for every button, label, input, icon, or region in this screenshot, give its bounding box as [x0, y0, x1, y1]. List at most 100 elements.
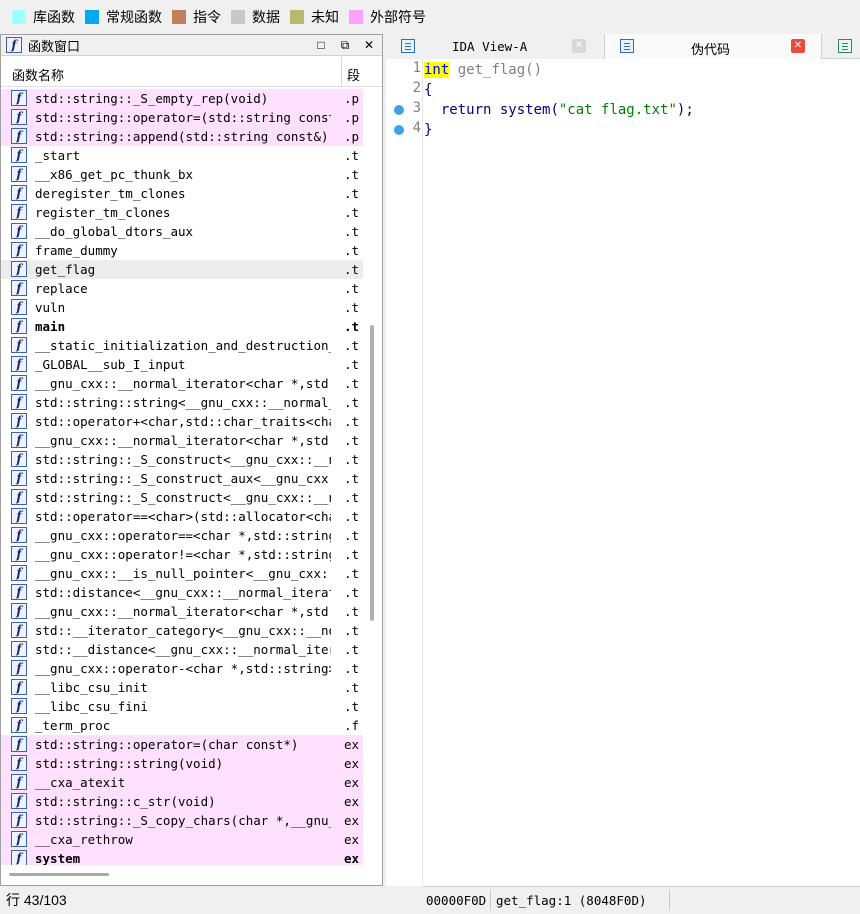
tab-pseudocode-close-icon[interactable]: ✕	[791, 39, 805, 53]
function-row[interactable]: f std::string::operator=(std::string cons…	[1, 108, 363, 127]
function-row[interactable]: f std::string::_S_empty_rep(void) .p	[1, 89, 363, 108]
legend-label: 外部符号	[370, 9, 426, 25]
functions-list: f std::string::_S_empty_rep(void) .p f std::…	[1, 89, 363, 865]
horizontal-scrollbar-thumb[interactable]	[9, 873, 109, 876]
keyword-return: return	[440, 102, 492, 118]
function-row[interactable]: f __gnu_cxx::operator==<char *,std::strin…	[1, 526, 363, 545]
function-row[interactable]: f std::__iterator_category<__gnu_cxx::__n…	[1, 621, 363, 640]
function-row[interactable]: f std::operator==<char>(std::allocator<ch…	[1, 507, 363, 526]
function-row[interactable]: f std::string::operator=(char const*) ex	[1, 735, 363, 754]
function-row[interactable]: f __gnu_cxx::__normal_iterator<char *,std…	[1, 431, 363, 450]
function-segment: .t	[344, 604, 360, 619]
breakpoint-dot-icon[interactable]	[394, 105, 404, 115]
function-row[interactable]: f __gnu_cxx::__normal_iterator<char *,std…	[1, 374, 363, 393]
function-row[interactable]: f __libc_csu_init .t	[1, 678, 363, 697]
function-row[interactable]: f std::string::_S_copy_chars(char *,__gnu…	[1, 811, 363, 830]
line-number: 3	[412, 100, 421, 116]
column-header-segment[interactable]: 段	[347, 65, 360, 84]
function-icon: f	[11, 565, 27, 581]
function-name: std::distance<__gnu_cxx::__normal_iterat…	[35, 585, 331, 600]
function-row[interactable]: f _term_proc .f	[1, 716, 363, 735]
function-row[interactable]: f __libc_csu_fini .t	[1, 697, 363, 716]
function-row[interactable]: f __x86_get_pc_thunk_bx .t	[1, 165, 363, 184]
function-icon: f	[11, 242, 27, 258]
function-row[interactable]: f __gnu_cxx::__is_null_pointer<__gnu_cxx:…	[1, 564, 363, 583]
legend-swatch	[349, 10, 363, 24]
function-name: std::string::append(std::string const&)	[35, 129, 329, 144]
column-header-name[interactable]: 函数名称	[12, 65, 64, 84]
function-row[interactable]: f register_tm_clones .t	[1, 203, 363, 222]
function-segment: .p	[344, 110, 360, 125]
code-line-1[interactable]: int get_flag()	[424, 60, 542, 80]
function-row[interactable]: f __gnu_cxx::operator-<char *,std::string…	[1, 659, 363, 678]
function-row[interactable]: f vuln .t	[1, 298, 363, 317]
function-row[interactable]: f _GLOBAL__sub_I_input .t	[1, 355, 363, 374]
function-row[interactable]: f __static_initialization_and_destruction…	[1, 336, 363, 355]
function-row[interactable]: f __gnu_cxx::__normal_iterator<char *,std…	[1, 602, 363, 621]
function-row[interactable]: f system ex	[1, 849, 363, 865]
function-segment: .t	[344, 357, 360, 372]
function-name: system	[35, 851, 81, 865]
breakpoint-dot-icon[interactable]	[394, 125, 404, 135]
legend-item: 常规函数	[85, 7, 162, 27]
function-row[interactable]: f std::string::_S_construct_aux<__gnu_cxx…	[1, 469, 363, 488]
tab-hex-view[interactable]	[832, 34, 860, 59]
maximize-icon[interactable]: □	[313, 37, 329, 53]
function-row[interactable]: f std::string::c_str(void) ex	[1, 792, 363, 811]
tab-pseudocode[interactable]: 伪代码 ✕	[604, 34, 822, 59]
function-row[interactable]: f std::__distance<__gnu_cxx::__normal_ite…	[1, 640, 363, 659]
column-divider[interactable]	[341, 57, 342, 87]
legend-label: 库函数	[33, 9, 75, 25]
function-row[interactable]: f main .t	[1, 317, 363, 336]
function-segment: ex	[344, 737, 360, 752]
function-row[interactable]: f frame_dummy .t	[1, 241, 363, 260]
function-name: std::__iterator_category<__gnu_cxx::__no…	[35, 623, 331, 638]
function-row[interactable]: f std::string::string(void) ex	[1, 754, 363, 773]
function-row[interactable]: f std::string::append(std::string const&)…	[1, 127, 363, 146]
function-row[interactable]: f __cxa_rethrow ex	[1, 830, 363, 849]
function-segment: .t	[344, 566, 360, 581]
function-row[interactable]: f std::distance<__gnu_cxx::__normal_itera…	[1, 583, 363, 602]
code-line-4[interactable]: }	[424, 120, 432, 140]
function-name: std::operator+<char,std::char_traits<cha…	[35, 414, 331, 429]
function-name: replace	[35, 281, 88, 296]
function-row[interactable]: f get_flag .t	[1, 260, 363, 279]
pseudocode-editor[interactable]: 1 2 3 4 int get_flag() { return system("cat…	[386, 59, 860, 886]
restore-icon[interactable]: ⧉	[337, 37, 353, 53]
tab-ida-view-a-close-icon[interactable]: ✕	[572, 39, 586, 53]
function-segment: .t	[344, 281, 360, 296]
vertical-scrollbar-thumb[interactable]	[370, 325, 374, 621]
function-row[interactable]: f std::string::_S_construct<__gnu_cxx::__…	[1, 450, 363, 469]
hex-view-icon	[838, 39, 852, 53]
function-name: std::string::_S_construct<__gnu_cxx::__n…	[35, 490, 331, 505]
legend-item: 库函数	[12, 7, 75, 27]
function-icon: f	[11, 166, 27, 182]
code-line-3[interactable]: return system("cat flag.txt");	[424, 100, 694, 120]
tab-ida-view-a[interactable]: IDA View-A ✕	[386, 34, 604, 59]
close-icon[interactable]: ✕	[361, 37, 377, 53]
function-row[interactable]: f deregister_tm_clones .t	[1, 184, 363, 203]
function-row[interactable]: f _start .t	[1, 146, 363, 165]
function-name: std::string::_S_construct_aux<__gnu_cxx:…	[35, 471, 331, 486]
gutter-line: 2	[386, 80, 423, 100]
function-segment: .t	[344, 395, 360, 410]
function-row[interactable]: f __gnu_cxx::operator!=<char *,std::strin…	[1, 545, 363, 564]
function-row[interactable]: f replace .t	[1, 279, 363, 298]
function-row[interactable]: f std::string::_S_construct<__gnu_cxx::__…	[1, 488, 363, 507]
status-location: get_flag:1 (8048F0D)	[496, 893, 647, 908]
code-line-2[interactable]: {	[424, 80, 432, 100]
function-icon: f	[11, 109, 27, 125]
function-segment: .p	[344, 129, 360, 144]
function-name: __gnu_cxx::__normal_iterator<char *,std:…	[35, 433, 331, 448]
legend-bar: 库函数 常规函数 指令 数据 未知 外部符号	[0, 0, 860, 34]
status-line-count: 行 43/103	[0, 886, 385, 914]
function-icon: f	[11, 603, 27, 619]
function-icon: f	[11, 622, 27, 638]
function-row[interactable]: f std::string::string<__gnu_cxx::__normal…	[1, 393, 363, 412]
functions-window-titlebar: f 函数窗口 □ ⧉ ✕	[1, 35, 382, 56]
function-row[interactable]: f __do_global_dtors_aux .t	[1, 222, 363, 241]
function-row[interactable]: f std::operator+<char,std::char_traits<ch…	[1, 412, 363, 431]
function-row[interactable]: f __cxa_atexit ex	[1, 773, 363, 792]
function-icon: f	[11, 394, 27, 410]
legend-label: 常规函数	[106, 9, 162, 25]
